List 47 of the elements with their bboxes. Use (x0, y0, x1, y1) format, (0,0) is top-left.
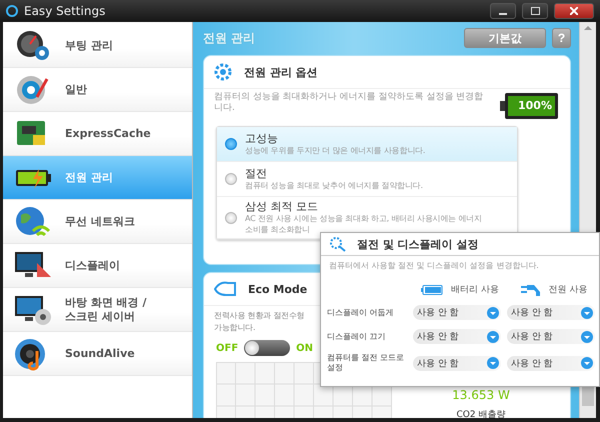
close-icon (570, 7, 578, 15)
power-reading: 13.653 W (452, 388, 510, 402)
window-title: Easy Settings (24, 4, 106, 18)
setting-label: 디스플레이 끄기 (326, 332, 387, 342)
app-logo-icon (6, 5, 18, 17)
eco-mode-toggle[interactable] (244, 340, 290, 356)
battery-percent: 100% (518, 99, 552, 112)
timeout-dropdown[interactable]: 사용 안 함 (507, 305, 595, 320)
popup-description: 컴퓨터에서 사용할 절전 및 디스플레이 설정을 변경합니다. (328, 260, 540, 272)
setting-label: 컴퓨터를 절전 모드로 설정 (326, 353, 406, 373)
setting-label: 디스플레이 어둡게 (326, 308, 395, 318)
dropdown-icon (487, 306, 499, 318)
dropdown-icon (487, 357, 499, 369)
timeout-dropdown[interactable]: 사용 안 함 (413, 356, 501, 370)
card-title: 전원 관리 옵션 (244, 64, 318, 80)
column-header: 전원 사용 (548, 284, 588, 296)
gear-search-icon (329, 236, 347, 252)
timeout-dropdown[interactable]: 사용 안 함 (413, 305, 501, 320)
card-description: 전력사용 현황과 절전수형 (214, 310, 304, 322)
battery-icon (421, 284, 444, 294)
close-button[interactable] (554, 3, 594, 19)
off-label: OFF (216, 342, 238, 354)
page-title: 전원 관리 (203, 30, 256, 46)
dropdown-icon (581, 330, 593, 342)
power-plan-option[interactable]: 절전 컴퓨터 성능을 최대로 낮추어 에너지를 절약합니다. (217, 162, 517, 197)
co2-label: CO2 배출량 (456, 409, 506, 418)
scroll-up-icon (584, 26, 592, 30)
power-plan-option[interactable]: 고성능 성능에 우위를 두지만 더 많은 에너지를 사용합니다. (217, 127, 517, 162)
plug-icon (520, 284, 541, 296)
timeout-dropdown[interactable]: 사용 안 함 (507, 356, 595, 370)
dropdown-icon (581, 306, 593, 318)
card-description: 가능합니다. (214, 322, 256, 334)
column-header: 배터리 사용 (451, 284, 499, 296)
dropdown-icon (581, 357, 593, 369)
gear-icon (214, 63, 232, 81)
card-description: 컴퓨터의 성능을 최대화하거나 에너지를 절약하도록 설정을 변경합니다. (214, 92, 484, 115)
maximize-icon (530, 7, 540, 15)
dropdown-icon (487, 330, 499, 342)
card-title: Eco Mode (248, 282, 308, 296)
maximize-button[interactable] (522, 3, 548, 19)
timeout-dropdown[interactable]: 사용 안 함 (413, 329, 501, 344)
popup-title: 절전 및 디스플레이 설정 (357, 236, 478, 252)
minimize-button[interactable] (490, 3, 516, 19)
globe-icon (13, 204, 53, 238)
battery-icon (500, 92, 560, 120)
on-label: ON (296, 342, 314, 354)
timeout-dropdown[interactable]: 사용 안 함 (507, 329, 595, 344)
